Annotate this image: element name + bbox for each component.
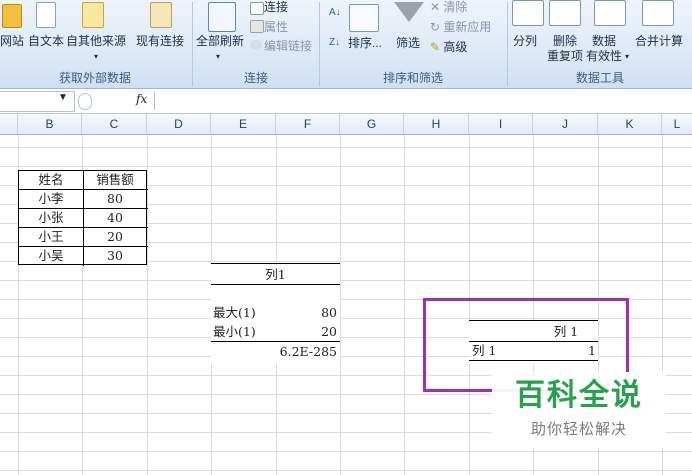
get-external-data-group-label: 获取外部数据	[58, 71, 131, 85]
select-all-corner[interactable]	[0, 114, 18, 134]
existing-connections-button[interactable]: 现有连接	[136, 34, 184, 48]
table-cell-name[interactable]: 小吴	[19, 247, 83, 265]
stats-max-label[interactable]: 最大(1)	[213, 304, 256, 322]
group-separator	[192, 2, 193, 86]
column-header-h[interactable]: H	[404, 114, 469, 134]
column-header-c[interactable]: C	[82, 114, 147, 134]
clear-label: 清除	[443, 0, 468, 14]
table-border	[211, 284, 340, 285]
sales-table: 姓名 销售额 小李 80 小张 40 小王 20 小吴 30	[18, 170, 148, 266]
properties-button[interactable]: 属性	[264, 20, 288, 34]
edit-links-icon	[250, 40, 262, 49]
remove-duplicates-button[interactable]: 删除 重复项	[547, 34, 583, 64]
from-text-button[interactable]: 自文本	[28, 34, 64, 48]
grid-line	[340, 135, 341, 475]
sort-icon	[349, 4, 379, 32]
table-cell-sales[interactable]: 20	[83, 228, 147, 246]
refresh-dropdown-arrow-icon[interactable]: ▾	[216, 50, 220, 64]
table-cell-name[interactable]: 小张	[19, 209, 83, 227]
from-other-dropdown-arrow-icon[interactable]: ▾	[94, 50, 98, 64]
sort-descending-icon[interactable]: Z↓	[329, 36, 340, 50]
clear-button[interactable]: ✕ 清除	[430, 0, 467, 14]
remove-duplicates-icon	[549, 0, 581, 26]
table-cell-sales[interactable]: 40	[83, 209, 147, 227]
column-header-j[interactable]: J	[533, 114, 598, 134]
column-header-f[interactable]: F	[276, 114, 340, 134]
other-source-icon	[82, 2, 104, 28]
existing-connection-icon	[150, 2, 172, 28]
advanced-filter-icon: ✎	[430, 40, 441, 54]
from-other-sources-button[interactable]: 自其他来源	[66, 34, 126, 48]
data-tools-group-label: 数据工具	[575, 71, 624, 85]
column-header-l[interactable]: L	[662, 114, 692, 134]
text-to-columns-icon	[512, 0, 544, 26]
sort-ascending-icon[interactable]: A↓	[329, 6, 341, 20]
data-validation-button[interactable]: 数据 有效性	[586, 34, 622, 64]
column-header-e[interactable]: E	[211, 114, 276, 134]
advanced-label: 高级	[443, 40, 468, 54]
stats-header[interactable]: 列1	[211, 266, 340, 284]
edit-links-button[interactable]: 编辑链接	[264, 39, 312, 53]
web-icon	[2, 4, 22, 28]
text-file-icon	[36, 2, 56, 28]
column-header-i[interactable]: I	[469, 114, 533, 134]
table-bottom-border	[211, 341, 340, 342]
watermark: 百科全说 助你轻松解决	[492, 372, 666, 448]
grid-line	[404, 135, 405, 475]
refresh-all-button[interactable]: 全部刷新	[196, 34, 244, 48]
filter-funnel-icon	[394, 2, 424, 22]
column-header-bar: B C D E F G H I J K L	[0, 114, 692, 135]
watermark-title: 百科全说	[515, 378, 643, 413]
data-validation-icon	[594, 0, 626, 26]
header-sales[interactable]: 销售额	[83, 171, 147, 189]
stats-extra-value[interactable]: 6.2E-285	[276, 343, 337, 361]
grid-line	[147, 135, 148, 475]
stats-max-value[interactable]: 80	[276, 304, 337, 322]
formula-bar-splitter[interactable]	[78, 93, 92, 110]
from-web-button[interactable]: 网站	[0, 34, 24, 48]
column-header-d[interactable]: D	[147, 114, 211, 134]
consolidate-button[interactable]: 合并计算	[635, 34, 683, 48]
stats-table: 列1 最大(1) 80 最小(1) 20 6.2E-285	[211, 263, 340, 363]
name-box-dropdown-icon[interactable]: ▼	[58, 92, 68, 103]
reapply-label: 重新应用	[443, 20, 492, 34]
refresh-all-icon	[208, 2, 236, 32]
formula-input[interactable]	[154, 91, 692, 110]
text-to-columns-button[interactable]: 分列	[513, 34, 537, 48]
header-name[interactable]: 姓名	[19, 171, 83, 189]
connections-group-label: 连接	[243, 71, 268, 85]
properties-icon	[250, 20, 264, 33]
table-cell-sales[interactable]: 30	[83, 247, 147, 265]
column-header-g[interactable]: G	[340, 114, 404, 134]
reapply-button[interactable]: ↻ 重新应用	[430, 20, 491, 34]
connections-icon	[250, 2, 264, 15]
stats-min-label[interactable]: 最小(1)	[213, 323, 256, 341]
column-header-b[interactable]: B	[18, 114, 82, 134]
sort-button[interactable]: 排序...	[348, 36, 382, 50]
table-top-border	[211, 263, 340, 264]
filter-button[interactable]: 筛选	[396, 36, 420, 50]
insert-function-icon[interactable]: fx	[136, 92, 147, 106]
advanced-button[interactable]: ✎ 高级	[430, 40, 467, 54]
table-cell-name[interactable]: 小李	[19, 190, 83, 208]
table-cell-name[interactable]: 小王	[19, 228, 83, 246]
column-header-k[interactable]: K	[598, 114, 662, 134]
table-cell-sales[interactable]: 80	[83, 190, 147, 208]
consolidate-icon	[642, 0, 674, 26]
formula-bar: ▼ fx	[0, 89, 692, 114]
connections-button[interactable]: 连接	[264, 0, 288, 14]
validation-dropdown-arrow-icon[interactable]: ▾	[625, 50, 629, 64]
watermark-subtitle: 助你轻松解决	[530, 421, 627, 438]
sort-filter-group-label: 排序和筛选	[382, 71, 443, 85]
stats-min-value[interactable]: 20	[276, 323, 337, 341]
ribbon: 网站 自文本 自其他来源 ▾ 现有连接 获取外部数据 全部刷新 ▾ 连接 属性 …	[0, 0, 692, 89]
